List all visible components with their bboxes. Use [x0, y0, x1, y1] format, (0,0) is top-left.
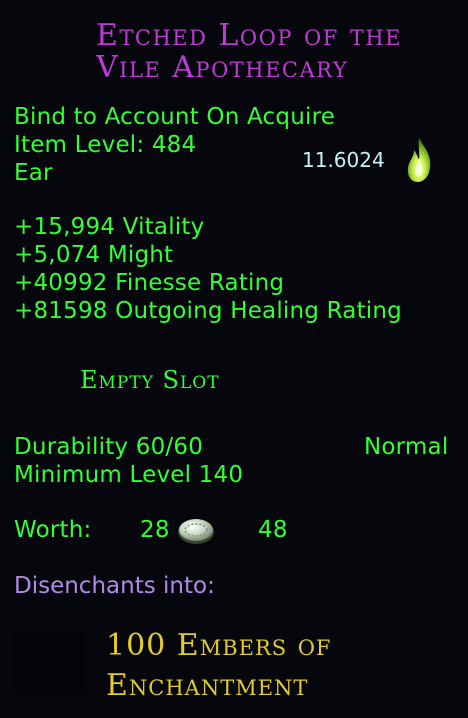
durability-type: Normal [364, 434, 449, 460]
stat-outgoing-healing: +81598 Outgoing Healing Rating [14, 298, 402, 324]
worth-silver: 48 [258, 517, 288, 543]
item-name-line1: Etched Loop of the [96, 18, 402, 53]
item-name: Etched Loop of the Vile Apothecary [96, 20, 446, 84]
empty-essence-slot: Empty Slot [80, 366, 220, 394]
disenchant-result: 100 Embers of Enchantment [106, 626, 331, 706]
disenchant-result-line2: Enchantment [106, 668, 309, 703]
item-level: Item Level: 484 [14, 132, 197, 158]
minimum-level: Minimum Level 140 [14, 462, 244, 488]
embers-icon [14, 630, 86, 694]
worth-label: Worth: [14, 517, 92, 543]
bind-text: Bind to Account On Acquire [14, 104, 336, 130]
worth-gold: 28 [140, 517, 170, 543]
stat-finesse: +40992 Finesse Rating [14, 270, 285, 296]
item-slot: Ear [14, 160, 53, 186]
stat-might: +5,074 Might [14, 242, 174, 268]
disenchant-result-line1: 100 Embers of [106, 628, 332, 663]
durability: Durability 60/60 [14, 434, 204, 460]
item-name-line2: Vile Apothecary [96, 50, 349, 85]
disenchant-label: Disenchants into: [14, 573, 215, 599]
green-flame-icon [407, 138, 431, 182]
item-tooltip: Etched Loop of the Vile Apothecary Bind … [0, 0, 468, 718]
stat-vitality: +15,994 Vitality [14, 214, 205, 240]
coin-icon [178, 519, 214, 544]
item-value: 11.6024 [302, 148, 385, 172]
